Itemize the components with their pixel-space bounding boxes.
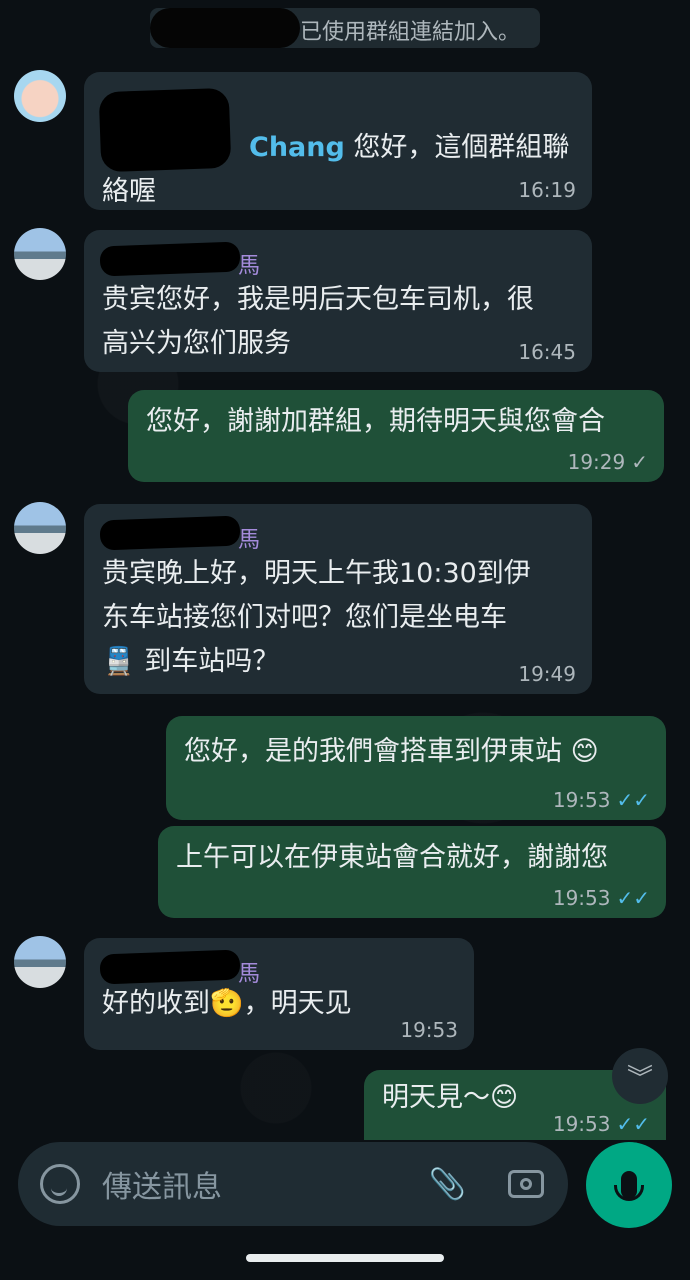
redacted-block — [150, 8, 300, 48]
camera-icon[interactable] — [508, 1170, 544, 1198]
message-bubble-incoming[interactable]: 馬 贵宾您好，我是明后天包车司机，很 高兴为您们服务 16:45 — [84, 230, 592, 372]
double-chevron-down-icon[interactable]: ︾ — [612, 1048, 668, 1104]
message-bubble-incoming[interactable]: @Chang 您好，這個群組聯 絡喔 16:19 — [84, 72, 592, 210]
system-note: 已使用群組連結加入。 — [150, 8, 540, 48]
double-check-icon: ✓✓ — [616, 788, 650, 812]
microphone-button[interactable] — [586, 1142, 672, 1228]
redacted-sender — [99, 949, 241, 985]
home-indicator[interactable] — [246, 1254, 444, 1262]
message-time: 16:19 — [518, 178, 576, 202]
message-text: 您好，是的我們會搭車到伊東站 😊 — [184, 736, 599, 767]
single-check-icon: ✓ — [631, 450, 648, 474]
double-check-icon: ✓✓ — [616, 1112, 650, 1136]
message-text: 上午可以在伊東站會合就好，謝謝您 — [176, 842, 608, 873]
redacted-sender — [99, 241, 241, 277]
mention-name[interactable]: Chang — [249, 132, 345, 163]
double-check-icon: ✓✓ — [616, 886, 650, 910]
system-note-text: 已使用群組連結加入。 — [300, 20, 521, 45]
redacted-sender — [99, 515, 241, 551]
message-text: 贵宾您好，我是明后天包车司机，很 高兴为您们服务 — [102, 284, 534, 359]
microphone-icon — [614, 1171, 644, 1201]
message-text: 您好，謝謝加群組，期待明天與您會合 — [146, 406, 605, 437]
message-input[interactable]: 傳送訊息 — [102, 1162, 429, 1206]
message-bubble-incoming[interactable]: 馬 好的收到🫡，明天见 19:53 — [84, 938, 474, 1050]
message-bubble-outgoing[interactable]: 您好，謝謝加群組，期待明天與您會合 19:29 ✓ — [128, 390, 664, 482]
sticker-icon[interactable] — [40, 1164, 80, 1204]
message-bubble-outgoing[interactable]: 您好，是的我們會搭車到伊東站 😊 19:53 ✓✓ — [166, 716, 666, 820]
message-time: 19:29 ✓ — [567, 450, 648, 474]
redacted-sender — [98, 87, 232, 173]
message-composer[interactable]: 傳送訊息 📎 — [18, 1142, 568, 1226]
paperclip-icon[interactable]: 📎 — [429, 1167, 466, 1202]
sender-name[interactable]: 馬 — [238, 956, 260, 988]
message-time: 19:49 — [518, 662, 576, 686]
message-time: 16:45 — [518, 340, 576, 364]
sender-avatar[interactable] — [14, 228, 66, 280]
message-text: 好的收到🫡，明天见 — [102, 988, 352, 1019]
message-time: 19:53 ✓✓ — [552, 1112, 650, 1136]
sender-name[interactable]: 馬 — [238, 522, 260, 554]
sender-avatar[interactable] — [14, 502, 66, 554]
sender-name[interactable]: 馬 — [238, 248, 260, 280]
message-bubble-outgoing[interactable]: 上午可以在伊東站會合就好，謝謝您 19:53 ✓✓ — [158, 826, 666, 918]
message-time: 19:53 — [400, 1018, 458, 1042]
message-text: 贵宾晚上好，明天上午我10:30到伊 东车站接您们对吧？您们是坐电车 🚆 到车站… — [102, 558, 531, 677]
sender-avatar[interactable] — [14, 70, 66, 122]
message-bubble-incoming[interactable]: 馬 贵宾晚上好，明天上午我10:30到伊 东车站接您们对吧？您们是坐电车 🚆 到… — [84, 504, 592, 694]
message-time: 19:53 ✓✓ — [552, 788, 650, 812]
sender-avatar[interactable] — [14, 936, 66, 988]
message-time: 19:53 ✓✓ — [552, 886, 650, 910]
